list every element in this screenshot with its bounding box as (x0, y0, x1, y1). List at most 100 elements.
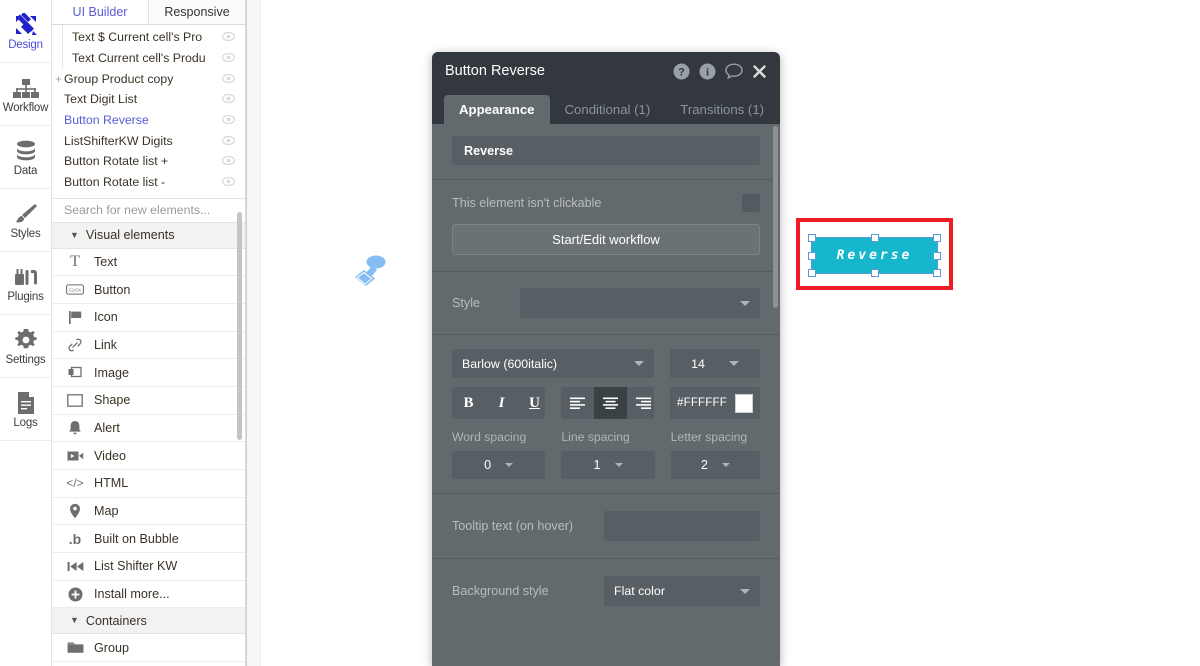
info-icon[interactable]: i (699, 63, 716, 80)
align-left-button[interactable] (561, 387, 594, 419)
tab-appearance[interactable]: Appearance (444, 95, 550, 124)
close-icon[interactable] (752, 64, 767, 79)
eye-icon[interactable] (221, 30, 236, 44)
resize-handle-s[interactable] (870, 269, 879, 277)
palette-item-map[interactable]: Map (52, 497, 245, 526)
resize-handle-se[interactable] (933, 269, 941, 277)
align-right-button[interactable] (627, 387, 654, 419)
palette-item-text[interactable]: T Text (52, 248, 245, 277)
tree-item-label: ListShifterKW Digits (64, 133, 173, 148)
property-editor-tabs: Appearance Conditional (1) Transitions (… (432, 90, 780, 124)
tab-label: Transitions (1) (680, 102, 765, 117)
element-name-input[interactable]: Reverse (452, 136, 760, 165)
palette-item-label: Install more... (94, 587, 170, 602)
eye-icon[interactable] (221, 113, 236, 127)
eye-icon[interactable] (221, 154, 236, 168)
rail-item-settings[interactable]: Settings (0, 315, 51, 378)
align-center-button[interactable] (594, 387, 627, 419)
word-spacing-select[interactable]: 0 (452, 451, 546, 479)
palette-item-html[interactable]: </> HTML (52, 470, 245, 498)
palette-item-shape[interactable]: Shape (52, 386, 245, 415)
tab-ui-builder[interactable]: UI Builder (52, 0, 149, 24)
palette-item-built-on-bubble[interactable]: .b Built on Bubble (52, 525, 245, 554)
palette-item-label: Map (94, 504, 119, 519)
rail-item-styles[interactable]: Styles (0, 189, 51, 252)
clickable-label: This element isn't clickable (452, 196, 602, 210)
tree-item[interactable]: Text Digit List (52, 89, 245, 110)
palette-item-icon[interactable]: Icon (52, 303, 245, 332)
rail-item-plugins[interactable]: Plugins (0, 252, 51, 315)
eye-icon[interactable] (221, 92, 236, 106)
start-edit-workflow-button[interactable]: Start/Edit workflow (452, 224, 760, 255)
search-new-elements-input[interactable]: Search for new elements... (52, 197, 245, 223)
expand-plus-icon[interactable]: + (55, 73, 62, 85)
palette-item-group[interactable]: Group (52, 634, 245, 663)
tree-item-label: Text Current cell's Produ (72, 51, 206, 66)
color-swatch[interactable] (734, 393, 753, 413)
style-select[interactable] (520, 288, 760, 318)
help-icon[interactable]: ? (673, 63, 690, 80)
letter-spacing-value: 2 (700, 458, 708, 472)
rail-item-data[interactable]: Data (0, 126, 51, 189)
eye-icon[interactable] (221, 51, 236, 65)
data-icon (14, 137, 38, 163)
rail-item-workflow[interactable]: Workflow (0, 63, 51, 126)
flag-icon (66, 310, 84, 325)
underline-button[interactable]: U (518, 387, 545, 419)
rail-item-design[interactable]: Design (0, 0, 51, 63)
palette-item-install-more[interactable]: Install more... (52, 580, 245, 609)
font-family-select[interactable]: Barlow (600italic) (452, 349, 654, 378)
chevron-down-icon (634, 361, 644, 366)
comment-icon[interactable] (725, 63, 743, 79)
bubble-editor-window: Design Workflow Data Styles Plugins Sett… (0, 0, 1200, 666)
property-editor: Button Reverse ? i Appearance Conditiona… (432, 52, 780, 666)
italic-button[interactable]: I (485, 387, 518, 419)
italic-glyph: I (498, 394, 505, 411)
canvas-element-button-reverse[interactable]: Reverse (808, 234, 941, 277)
letter-spacing-label: Letter spacing (670, 430, 748, 444)
letter-spacing-select[interactable]: 2 (670, 451, 761, 479)
tree-item[interactable]: + Group Product copy (52, 68, 245, 89)
tree-item-button-reverse[interactable]: Button Reverse (52, 110, 245, 131)
palette-item-link[interactable]: Link (52, 331, 245, 360)
palette-item-video[interactable]: Video (52, 442, 245, 470)
background-style-select[interactable]: Flat color (604, 576, 760, 606)
tooltip-input[interactable] (604, 511, 760, 541)
bold-button[interactable]: B (452, 387, 485, 419)
tree-item[interactable]: Text $ Current cell's Pro (52, 27, 245, 48)
resize-handle-nw[interactable] (808, 234, 816, 242)
tab-conditional[interactable]: Conditional (1) (550, 95, 666, 124)
font-color-field[interactable]: #FFFFFF (670, 387, 760, 419)
section-header-containers[interactable]: ▼ Containers (52, 608, 245, 635)
tab-transitions[interactable]: Transitions (1) (665, 95, 779, 124)
resize-handle-sw[interactable] (808, 269, 816, 277)
eye-icon[interactable] (221, 72, 236, 86)
resize-handle-e[interactable] (933, 251, 941, 260)
resize-handle-w[interactable] (808, 251, 816, 260)
property-editor-scrollbar[interactable] (773, 126, 778, 308)
font-row: Barlow (600italic) 14 (452, 349, 760, 378)
eye-icon[interactable] (221, 175, 236, 189)
resize-handle-n[interactable] (870, 234, 879, 242)
palette-item-image[interactable]: Image (52, 359, 245, 387)
tree-item[interactable]: ListShifterKW Digits (52, 130, 245, 151)
tree-item[interactable]: Text Current cell's Produ (52, 48, 245, 69)
palette-item-alert[interactable]: Alert (52, 414, 245, 443)
font-size-select[interactable]: 14 (670, 349, 760, 378)
chevron-down-icon (728, 361, 739, 366)
palette-item-button[interactable]: CLICK Button (52, 276, 245, 304)
clickable-checkbox[interactable] (742, 194, 760, 212)
logs-document-icon (16, 389, 36, 415)
resize-handle-ne[interactable] (933, 234, 941, 242)
tree-item[interactable]: Button Rotate list - (52, 172, 245, 193)
property-editor-title: Button Reverse (445, 63, 545, 79)
line-spacing-select[interactable]: 1 (561, 451, 655, 479)
eye-icon[interactable] (221, 134, 236, 148)
tree-item[interactable]: Button Rotate list + (52, 151, 245, 172)
section-header-visual-elements[interactable]: ▼ Visual elements (52, 222, 245, 249)
tab-responsive[interactable]: Responsive (149, 0, 245, 24)
underline-glyph: U (529, 394, 540, 411)
rail-item-logs[interactable]: Logs (0, 378, 51, 441)
palette-item-list-shifter-kw[interactable]: List Shifter KW (52, 553, 245, 581)
tree-panel-scrollbar[interactable] (237, 212, 242, 440)
